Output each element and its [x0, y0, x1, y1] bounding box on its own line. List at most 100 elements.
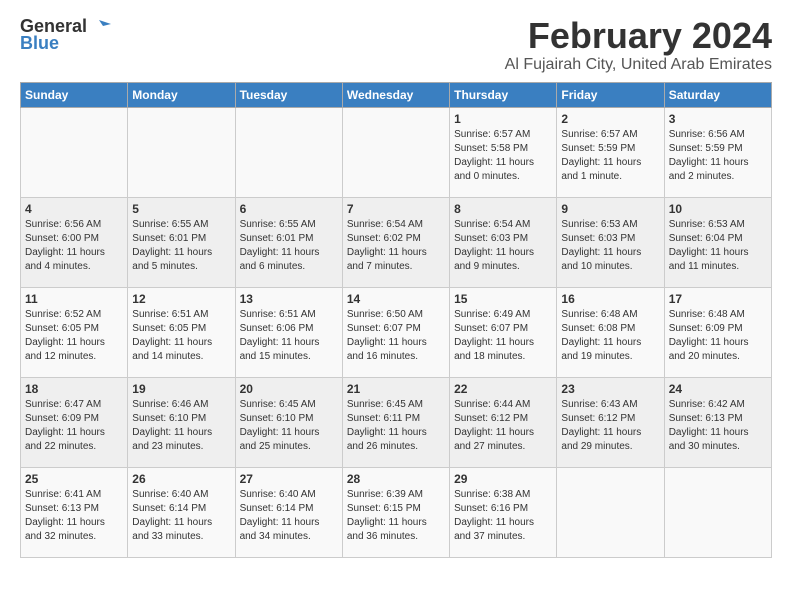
- calendar-body: 1 Sunrise: 6:57 AM Sunset: 5:58 PM Daylig…: [21, 107, 772, 557]
- calendar-cell: 25 Sunrise: 6:41 AM Sunset: 6:13 PM Dayli…: [21, 467, 128, 557]
- calendar-cell: 2 Sunrise: 6:57 AM Sunset: 5:59 PM Daylig…: [557, 107, 664, 197]
- day-number: 25: [25, 472, 123, 486]
- calendar-cell: 3Sunrise: 6:56 AM Sunset: 5:59 PM Daylig…: [664, 107, 771, 197]
- calendar-cell: 15 Sunrise: 6:49 AM Sunset: 6:07 PM Dayli…: [450, 287, 557, 377]
- calendar-cell: 9 Sunrise: 6:53 AM Sunset: 6:03 PM Daylig…: [557, 197, 664, 287]
- day-number: 27: [240, 472, 338, 486]
- day-info: Sunrise: 6:48 AM Sunset: 6:08 PM Dayligh…: [561, 308, 659, 364]
- weekday-header: Tuesday: [235, 82, 342, 107]
- calendar-cell: [557, 467, 664, 557]
- calendar-table: SundayMondayTuesdayWednesdayThursdayFrid…: [20, 82, 772, 558]
- day-number: 20: [240, 382, 338, 396]
- calendar-cell: 7Sunrise: 6:54 AM Sunset: 6:02 PM Daylig…: [342, 197, 449, 287]
- day-info: Sunrise: 6:54 AM Sunset: 6:03 PM Dayligh…: [454, 218, 552, 274]
- calendar-cell: 19 Sunrise: 6:46 AM Sunset: 6:10 PM Dayli…: [128, 377, 235, 467]
- calendar-cell: 18 Sunrise: 6:47 AM Sunset: 6:09 PM Dayli…: [21, 377, 128, 467]
- month-title: February 2024: [505, 16, 772, 56]
- day-number: 2: [561, 112, 659, 126]
- calendar-cell: 13Sunrise: 6:51 AM Sunset: 6:06 PM Dayli…: [235, 287, 342, 377]
- logo: General Blue: [20, 16, 111, 54]
- day-info: Sunrise: 6:40 AM Sunset: 6:14 PM Dayligh…: [240, 488, 338, 544]
- calendar-cell: [21, 107, 128, 197]
- weekday-header: Saturday: [664, 82, 771, 107]
- calendar-cell: 24 Sunrise: 6:42 AM Sunset: 6:13 PM Dayli…: [664, 377, 771, 467]
- calendar-week-row: 11Sunrise: 6:52 AM Sunset: 6:05 PM Dayli…: [21, 287, 772, 377]
- calendar-week-row: 25 Sunrise: 6:41 AM Sunset: 6:13 PM Dayli…: [21, 467, 772, 557]
- day-number: 24: [669, 382, 767, 396]
- calendar-cell: 10 Sunrise: 6:53 AM Sunset: 6:04 PM Dayli…: [664, 197, 771, 287]
- logo-bird-icon: [89, 18, 111, 36]
- day-info: Sunrise: 6:55 AM Sunset: 6:01 PM Dayligh…: [240, 218, 338, 274]
- day-info: Sunrise: 6:51 AM Sunset: 6:05 PM Dayligh…: [132, 308, 230, 364]
- day-info: Sunrise: 6:45 AM Sunset: 6:10 PM Dayligh…: [240, 398, 338, 454]
- day-info: Sunrise: 6:49 AM Sunset: 6:07 PM Dayligh…: [454, 308, 552, 364]
- calendar-cell: 16 Sunrise: 6:48 AM Sunset: 6:08 PM Dayli…: [557, 287, 664, 377]
- day-number: 12: [132, 292, 230, 306]
- calendar-cell: 21 Sunrise: 6:45 AM Sunset: 6:11 PM Dayli…: [342, 377, 449, 467]
- day-number: 21: [347, 382, 445, 396]
- day-number: 14: [347, 292, 445, 306]
- weekday-header: Sunday: [21, 82, 128, 107]
- calendar-cell: 8 Sunrise: 6:54 AM Sunset: 6:03 PM Daylig…: [450, 197, 557, 287]
- day-info: Sunrise: 6:38 AM Sunset: 6:16 PM Dayligh…: [454, 488, 552, 544]
- day-number: 18: [25, 382, 123, 396]
- day-number: 3: [669, 112, 767, 126]
- weekday-header: Wednesday: [342, 82, 449, 107]
- day-number: 9: [561, 202, 659, 216]
- calendar-cell: 28 Sunrise: 6:39 AM Sunset: 6:15 PM Dayli…: [342, 467, 449, 557]
- day-info: Sunrise: 6:39 AM Sunset: 6:15 PM Dayligh…: [347, 488, 445, 544]
- calendar-cell: 12 Sunrise: 6:51 AM Sunset: 6:05 PM Dayli…: [128, 287, 235, 377]
- day-number: 1: [454, 112, 552, 126]
- day-info: Sunrise: 6:56 AM Sunset: 6:00 PM Dayligh…: [25, 218, 123, 274]
- day-info: Sunrise: 6:43 AM Sunset: 6:12 PM Dayligh…: [561, 398, 659, 454]
- calendar-cell: 4Sunrise: 6:56 AM Sunset: 6:00 PM Daylig…: [21, 197, 128, 287]
- day-number: 17: [669, 292, 767, 306]
- day-info: Sunrise: 6:53 AM Sunset: 6:04 PM Dayligh…: [669, 218, 767, 274]
- day-info: Sunrise: 6:47 AM Sunset: 6:09 PM Dayligh…: [25, 398, 123, 454]
- weekday-header: Thursday: [450, 82, 557, 107]
- day-info: Sunrise: 6:45 AM Sunset: 6:11 PM Dayligh…: [347, 398, 445, 454]
- calendar-cell: 1 Sunrise: 6:57 AM Sunset: 5:58 PM Daylig…: [450, 107, 557, 197]
- day-info: Sunrise: 6:46 AM Sunset: 6:10 PM Dayligh…: [132, 398, 230, 454]
- day-number: 10: [669, 202, 767, 216]
- day-number: 19: [132, 382, 230, 396]
- calendar-cell: 17 Sunrise: 6:48 AM Sunset: 6:09 PM Dayli…: [664, 287, 771, 377]
- day-number: 16: [561, 292, 659, 306]
- calendar-header-row: SundayMondayTuesdayWednesdayThursdayFrid…: [21, 82, 772, 107]
- day-info: Sunrise: 6:57 AM Sunset: 5:58 PM Dayligh…: [454, 128, 552, 184]
- calendar-week-row: 4Sunrise: 6:56 AM Sunset: 6:00 PM Daylig…: [21, 197, 772, 287]
- day-number: 28: [347, 472, 445, 486]
- calendar-cell: [128, 107, 235, 197]
- day-number: 11: [25, 292, 123, 306]
- calendar-cell: [342, 107, 449, 197]
- day-info: Sunrise: 6:40 AM Sunset: 6:14 PM Dayligh…: [132, 488, 230, 544]
- calendar-week-row: 1 Sunrise: 6:57 AM Sunset: 5:58 PM Daylig…: [21, 107, 772, 197]
- day-info: Sunrise: 6:51 AM Sunset: 6:06 PM Dayligh…: [240, 308, 338, 364]
- calendar-cell: 22Sunrise: 6:44 AM Sunset: 6:12 PM Dayli…: [450, 377, 557, 467]
- weekday-header: Monday: [128, 82, 235, 107]
- day-info: Sunrise: 6:42 AM Sunset: 6:13 PM Dayligh…: [669, 398, 767, 454]
- calendar-week-row: 18 Sunrise: 6:47 AM Sunset: 6:09 PM Dayli…: [21, 377, 772, 467]
- calendar-cell: 6 Sunrise: 6:55 AM Sunset: 6:01 PM Daylig…: [235, 197, 342, 287]
- day-number: 5: [132, 202, 230, 216]
- day-number: 15: [454, 292, 552, 306]
- calendar-cell: 14 Sunrise: 6:50 AM Sunset: 6:07 PM Dayli…: [342, 287, 449, 377]
- location-title: Al Fujairah City, United Arab Emirates: [505, 56, 772, 74]
- calendar-cell: 23Sunrise: 6:43 AM Sunset: 6:12 PM Dayli…: [557, 377, 664, 467]
- calendar-cell: 29 Sunrise: 6:38 AM Sunset: 6:16 PM Dayli…: [450, 467, 557, 557]
- header: General Blue February 2024 Al Fujairah C…: [20, 16, 772, 74]
- day-info: Sunrise: 6:44 AM Sunset: 6:12 PM Dayligh…: [454, 398, 552, 454]
- day-info: Sunrise: 6:57 AM Sunset: 5:59 PM Dayligh…: [561, 128, 659, 184]
- day-info: Sunrise: 6:53 AM Sunset: 6:03 PM Dayligh…: [561, 218, 659, 274]
- calendar-cell: 11Sunrise: 6:52 AM Sunset: 6:05 PM Dayli…: [21, 287, 128, 377]
- day-info: Sunrise: 6:41 AM Sunset: 6:13 PM Dayligh…: [25, 488, 123, 544]
- day-info: Sunrise: 6:54 AM Sunset: 6:02 PM Dayligh…: [347, 218, 445, 274]
- day-number: 8: [454, 202, 552, 216]
- day-number: 6: [240, 202, 338, 216]
- day-info: Sunrise: 6:48 AM Sunset: 6:09 PM Dayligh…: [669, 308, 767, 364]
- day-info: Sunrise: 6:55 AM Sunset: 6:01 PM Dayligh…: [132, 218, 230, 274]
- logo-blue: Blue: [20, 33, 59, 54]
- day-info: Sunrise: 6:50 AM Sunset: 6:07 PM Dayligh…: [347, 308, 445, 364]
- calendar-cell: 20 Sunrise: 6:45 AM Sunset: 6:10 PM Dayli…: [235, 377, 342, 467]
- day-number: 29: [454, 472, 552, 486]
